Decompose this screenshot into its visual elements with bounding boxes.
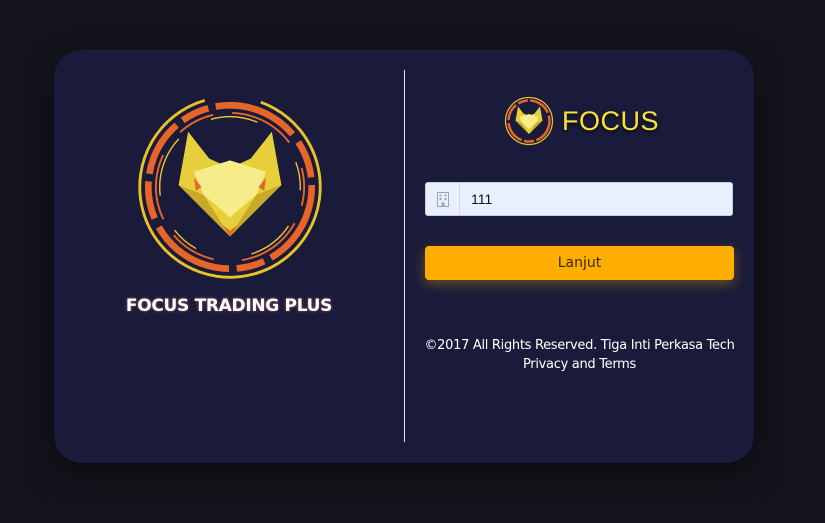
focus-fox-logo-large: [138, 95, 322, 279]
lanjut-button[interactable]: Lanjut: [425, 246, 734, 280]
brand-header: FOCUS: [504, 96, 659, 146]
login-card: FOCUS TRADING PLUS FOCUS Lanjut: [54, 50, 754, 463]
privacy-terms-link[interactable]: Privacy and Terms: [523, 357, 636, 372]
vertical-divider: [404, 70, 405, 442]
footer: ©2017 All Rights Reserved. Tiga Inti Per…: [405, 336, 754, 374]
brand-name: FOCUS: [562, 105, 659, 136]
building-icon: [426, 183, 460, 215]
code-input[interactable]: [460, 182, 732, 216]
focus-fox-logo-small: [504, 96, 554, 146]
code-input-group: [425, 182, 733, 216]
copyright-text: ©2017 All Rights Reserved. Tiga Inti Per…: [424, 338, 735, 353]
app-title: FOCUS TRADING PLUS: [125, 296, 333, 316]
